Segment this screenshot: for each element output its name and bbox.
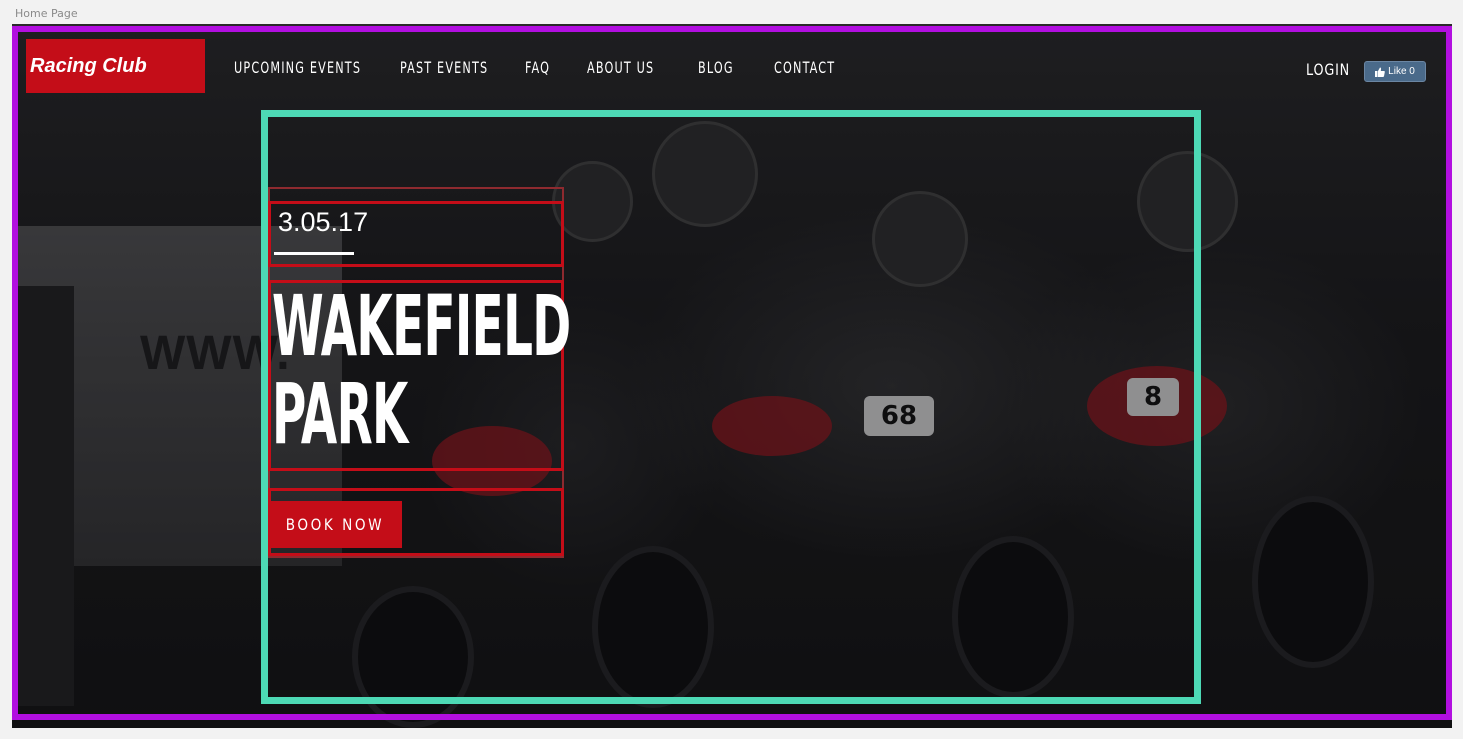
brand-logo[interactable]: Racing Club [26,39,205,93]
thumbs-up-icon [1375,67,1385,77]
login-link[interactable]: LOGIN [1306,60,1350,79]
photo-dark-overlay [12,26,1452,728]
hero-section: WWW. 68 8 [12,24,1452,728]
nav-upcoming-events[interactable]: UPCOMING EVENTS [234,58,361,77]
event-title-line-2: PARK [272,365,408,463]
page-label: Home Page [15,7,78,20]
facebook-like-label: Like 0 [1388,66,1415,77]
event-title: WAKEFIELD PARK [272,282,571,458]
book-now-button[interactable]: BOOK NOW [268,501,402,548]
nav-past-events[interactable]: PAST EVENTS [400,58,488,77]
nav-contact[interactable]: CONTACT [774,58,835,77]
facebook-like-button[interactable]: Like 0 [1364,61,1426,82]
brand-name: Racing Club [30,54,147,77]
date-underline [274,252,354,255]
nav-blog[interactable]: BLOG [698,58,734,77]
event-title-line-1: WAKEFIELD [272,277,571,375]
event-date: 3.05.17 [278,207,369,237]
nav-faq[interactable]: FAQ [525,58,550,77]
book-now-label: BOOK NOW [285,515,385,534]
nav-about-us[interactable]: ABOUT US [587,58,654,77]
